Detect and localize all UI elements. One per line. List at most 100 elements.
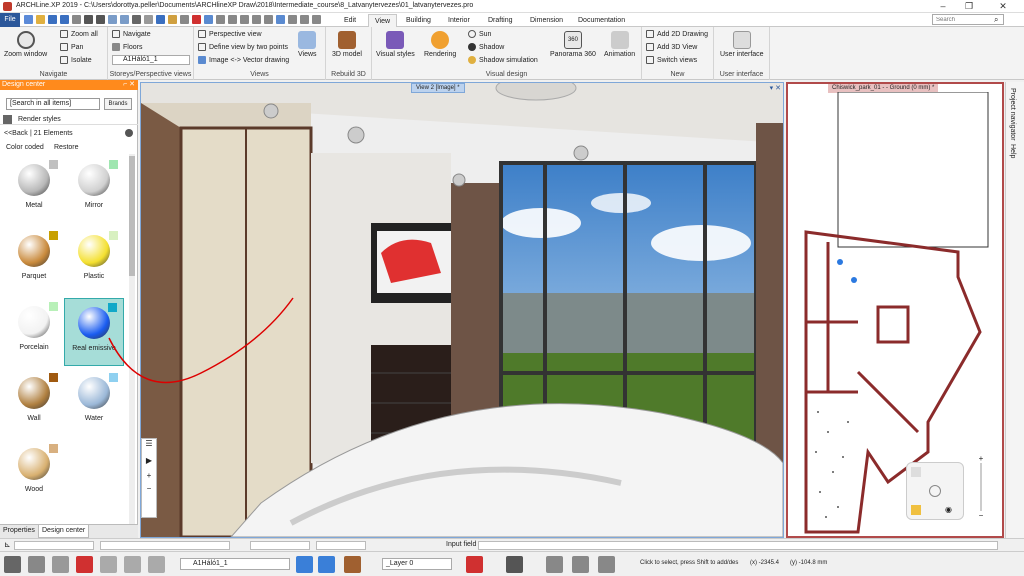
floors-button[interactable]: Floors [112, 43, 142, 51]
tab-documentation[interactable]: Documentation [572, 14, 631, 27]
light-icon[interactable] [911, 505, 921, 515]
layers-toolbar-icon[interactable] [100, 556, 117, 573]
view-3d-image[interactable]: View 2 [Image] * ▾ ✕ ☰ ▶ + − [108, 82, 784, 538]
pan-button[interactable]: Pan [60, 43, 83, 51]
magnet-icon[interactable] [76, 556, 93, 573]
material-wall[interactable]: Wall [4, 369, 64, 437]
input-box-1[interactable] [14, 541, 94, 550]
grid-icon[interactable] [228, 15, 237, 24]
material-wood[interactable]: Wood [4, 440, 64, 508]
zoom-all-button[interactable]: Zoom all [60, 30, 98, 38]
vertex-icon[interactable] [506, 556, 523, 573]
input-box-4[interactable] [316, 541, 366, 550]
material-porcelain[interactable]: Porcelain [4, 298, 64, 366]
breadcrumb-render-styles[interactable]: Render styles [18, 116, 61, 123]
material-parquet[interactable]: Parquet [4, 227, 64, 295]
down-arrow-icon[interactable] [318, 556, 335, 573]
panorama-button[interactable]: 360 Panorama 360 [550, 31, 596, 58]
grid-toolbar-icon[interactable] [28, 556, 45, 573]
settings-icon[interactable] [288, 15, 297, 24]
plan-view[interactable]: Chiswick_park_01 - - Ground (0 mm) * ◉ +… [786, 82, 1004, 538]
view-2-title[interactable]: View 2 [Image] * [411, 83, 465, 93]
perspective-view-button[interactable]: Perspective view [198, 30, 262, 38]
hatch-icon[interactable] [124, 556, 141, 573]
user-interface-button[interactable]: User interface [720, 31, 764, 58]
maximize-button[interactable]: ❐ [958, 1, 980, 12]
storey-dropdown[interactable]: A1Háló1_1 [180, 558, 290, 570]
print-icon[interactable] [72, 15, 81, 24]
zoom-icon[interactable] [204, 15, 213, 24]
minimize-button[interactable]: – [932, 1, 954, 12]
zoom-slider-track[interactable] [980, 463, 982, 511]
tab-building[interactable]: Building [400, 14, 437, 27]
tab-interior[interactable]: Interior [442, 14, 476, 27]
add-2d-drawing-button[interactable]: Add 2D Drawing [646, 30, 708, 38]
copy-icon[interactable] [108, 15, 117, 24]
storey-select[interactable]: A1Háló1_1 [112, 55, 190, 65]
tab-properties[interactable]: Properties [3, 527, 35, 534]
up-arrow-icon[interactable] [296, 556, 313, 573]
redo-icon[interactable] [96, 15, 105, 24]
tab-edit[interactable]: Edit [338, 14, 362, 27]
tab-design-center[interactable]: Design center [38, 525, 90, 538]
tools-icon[interactable] [312, 15, 321, 24]
save-icon[interactable] [48, 15, 57, 24]
material-metal[interactable]: Metal [4, 156, 64, 224]
pin-icon[interactable]: ⌐ ✕ [123, 80, 135, 90]
zoom-in-icon[interactable]: + [142, 471, 156, 480]
select-icon[interactable] [156, 15, 165, 24]
dropper-icon[interactable] [180, 15, 189, 24]
cube-top-icon[interactable] [911, 467, 921, 477]
help-tab[interactable]: Help [1009, 144, 1016, 158]
define-view-button[interactable]: Define view by two points [198, 43, 288, 51]
gear-toolbar-icon[interactable] [4, 556, 21, 573]
rendering-button[interactable]: Rendering [424, 31, 456, 58]
open-icon[interactable] [36, 15, 45, 24]
help-icon[interactable] [300, 15, 309, 24]
layer-dropdown[interactable]: _Layer 0 [382, 558, 452, 570]
color-coded-label[interactable]: Color coded [6, 144, 44, 151]
shadow-button[interactable]: Shadow [468, 43, 504, 51]
3d-model-button[interactable]: 3D model [332, 31, 362, 58]
scrollbar-thumb[interactable] [129, 156, 135, 276]
add-3d-view-button[interactable]: Add 3D View [646, 43, 697, 51]
orbit-icon[interactable] [929, 485, 941, 497]
plan-zoom-in-icon[interactable]: + [975, 454, 987, 463]
search-icon[interactable]: ⌕ [994, 15, 998, 25]
new-icon[interactable] [24, 15, 33, 24]
measure-icon[interactable] [216, 15, 225, 24]
zoom-out-icon[interactable]: − [142, 484, 156, 493]
ruler-icon[interactable]: ⊾ [4, 540, 11, 549]
zoom-window-button[interactable]: Zoom window [4, 31, 47, 58]
file-menu-button[interactable]: File [0, 13, 20, 27]
eye-icon[interactable]: ◉ [945, 505, 957, 515]
plan-zoom-out-icon[interactable]: − [975, 511, 987, 520]
sun-button[interactable]: Sun [468, 30, 491, 38]
switch-views-button[interactable]: Switch views [646, 56, 697, 64]
paint-icon[interactable] [466, 556, 483, 573]
gear-icon[interactable] [125, 129, 133, 137]
animation-button[interactable]: Animation [604, 31, 635, 58]
isolate-button[interactable]: Isolate [60, 56, 92, 64]
tab-dimension[interactable]: Dimension [524, 14, 569, 27]
material-mirror[interactable]: Mirror [64, 156, 124, 224]
visual-styles-button[interactable]: Visual styles [376, 31, 415, 58]
snap-icon[interactable] [240, 15, 249, 24]
close-button[interactable]: ✕ [992, 1, 1014, 12]
shadow-simulation-button[interactable]: Shadow simulation [468, 56, 538, 64]
play-icon[interactable]: ▶ [142, 456, 156, 465]
image-vector-button[interactable]: Image <-> Vector drawing [198, 56, 289, 64]
select-rect-icon[interactable] [52, 556, 69, 573]
view-close-icon[interactable]: ▾ ✕ [770, 84, 781, 92]
view-cube-navigator[interactable]: ◉ [906, 462, 964, 520]
globe-icon[interactable] [572, 556, 589, 573]
paste-icon[interactable] [120, 15, 129, 24]
views-button[interactable]: Views [298, 31, 317, 58]
project-navigator-tab[interactable]: Project navigator [1009, 88, 1016, 141]
view3d-icon[interactable] [276, 15, 285, 24]
delete-icon[interactable] [192, 15, 201, 24]
pointer-icon[interactable] [132, 15, 141, 24]
zoom-slider[interactable]: + − [975, 454, 987, 524]
layers-icon[interactable] [252, 15, 261, 24]
rebuild-icon[interactable] [344, 556, 361, 573]
